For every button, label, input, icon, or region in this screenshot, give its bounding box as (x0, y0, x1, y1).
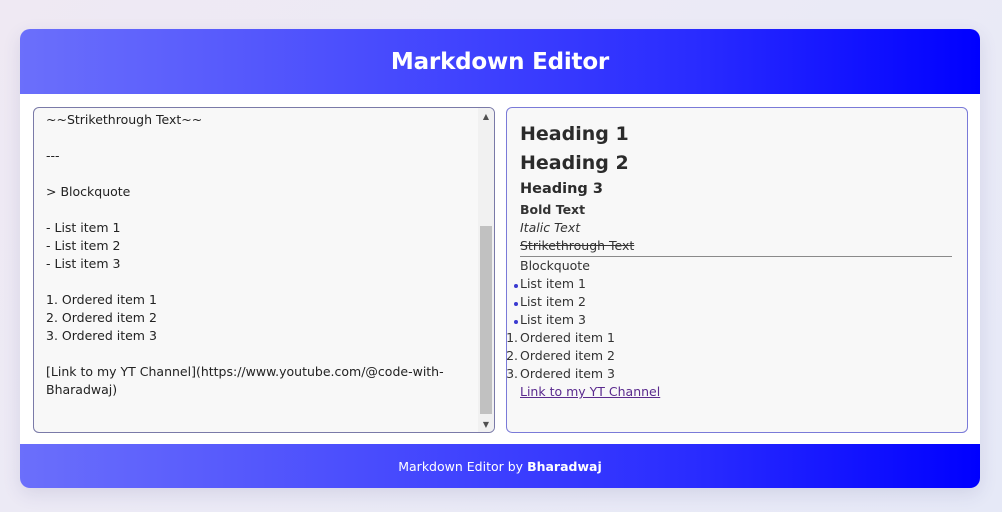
ordered-item-text: Ordered item 1 (520, 330, 616, 345)
app-card: Markdown Editor ~~Strikethrough Text~~ -… (20, 29, 980, 488)
ordered-marker: 3. (506, 366, 518, 381)
preview-ordered-list: 1. Ordered item 1 2. Ordered item 2 3. O… (507, 329, 952, 383)
bullet-icon (507, 293, 518, 311)
editor-textarea[interactable]: ~~Strikethrough Text~~ --- > Blockquote … (46, 111, 476, 399)
header: Markdown Editor (20, 29, 980, 94)
list-item: List item 1 (514, 275, 952, 293)
ordered-item-text: Ordered item 3 (520, 366, 616, 381)
scroll-down-arrow-icon[interactable]: ▼ (478, 416, 494, 432)
scroll-thumb[interactable] (480, 226, 492, 414)
ordered-marker: 2. (506, 348, 518, 363)
list-item-text: List item 3 (520, 312, 586, 327)
editor-scrollbar[interactable]: ▲ ▼ (478, 108, 494, 432)
list-item-text: List item 1 (520, 276, 586, 291)
footer: Markdown Editor by Bharadwaj (20, 444, 980, 488)
ordered-item: 1. Ordered item 1 (507, 329, 952, 347)
footer-text: Markdown Editor by (398, 458, 524, 474)
preview-italic-text: Italic Text (520, 220, 581, 235)
list-item: List item 3 (514, 311, 952, 329)
markdown-editor[interactable]: ~~Strikethrough Text~~ --- > Blockquote … (33, 107, 495, 433)
preview-blockquote: Blockquote (520, 258, 590, 273)
bullet-icon (507, 275, 518, 293)
list-item: List item 2 (514, 293, 952, 311)
footer-author: Bharadwaj (527, 458, 602, 474)
preview-unordered-list: List item 1 List item 2 List item 3 (514, 275, 952, 329)
app-title: Markdown Editor (390, 48, 610, 75)
preview-heading-1: Heading 1 (520, 123, 629, 145)
ordered-item-text: Ordered item 2 (520, 348, 616, 363)
ordered-item: 2. Ordered item 2 (507, 347, 952, 365)
preview-heading-3: Heading 3 (520, 181, 603, 197)
preview-bold-text: Bold Text (520, 202, 586, 217)
preview-strikethrough-text: Strikethrough Text (520, 238, 635, 253)
scroll-up-arrow-icon[interactable]: ▲ (478, 108, 494, 124)
ordered-marker: 1. (506, 330, 518, 345)
preview-heading-2: Heading 2 (520, 152, 629, 174)
preview-yt-channel-link[interactable]: Link to my YT Channel (520, 384, 660, 399)
list-item-text: List item 2 (520, 294, 586, 309)
preview-panel: Heading 1 Heading 2 Heading 3 Bold Text … (506, 107, 968, 433)
ordered-item: 3. Ordered item 3 (507, 365, 952, 383)
bullet-icon (507, 311, 518, 329)
